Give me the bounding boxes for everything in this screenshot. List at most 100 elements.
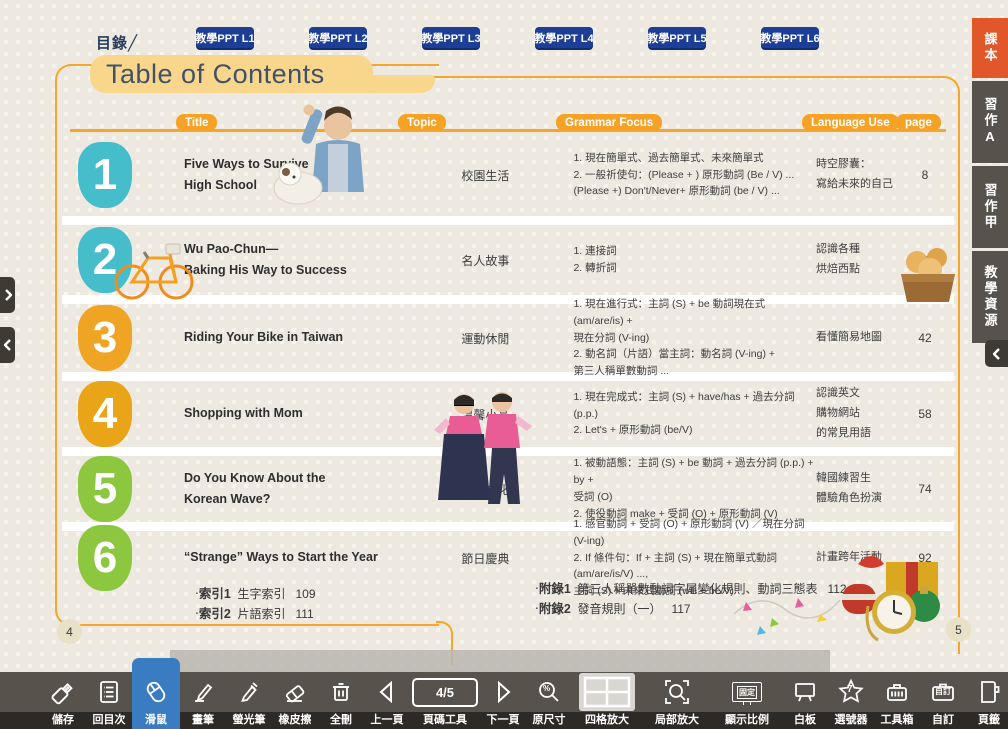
lesson-title: “Strange” Ways to Start the Year bbox=[184, 547, 386, 568]
lesson-topic: 流行文化 bbox=[461, 481, 545, 498]
toc-row-4: 4 Shopping with Mom 溫馨小品 1. 現在完成式：主詞 (S)… bbox=[70, 381, 946, 447]
trash-icon bbox=[328, 675, 354, 709]
ppt-button-l1[interactable]: 教學PPT L1 bbox=[196, 27, 254, 48]
number-picker-star-icon: 7 bbox=[837, 675, 865, 709]
next-page-button[interactable]: 下一頁 bbox=[480, 672, 526, 729]
row-separator bbox=[62, 372, 954, 381]
toc-table: 1 Five Ways to Survive High School 校園生活 … bbox=[70, 134, 946, 585]
page-tabs-button[interactable]: 頁籤 bbox=[966, 672, 1008, 729]
zoom-percent-icon: % bbox=[536, 675, 562, 709]
lesson-number-badge: 1 bbox=[78, 142, 132, 208]
display-ratio-button[interactable]: 固定 顯示比例 bbox=[712, 672, 782, 729]
row-separator bbox=[62, 522, 954, 531]
page-number-tool-button[interactable]: 4/5 頁碼工具 bbox=[410, 672, 480, 729]
custom-toolbox-button[interactable]: 自訂 自訂 bbox=[920, 672, 966, 729]
lesson-number-badge: 6 bbox=[78, 525, 132, 591]
save-button[interactable]: 儲存 bbox=[40, 672, 86, 729]
row-separator bbox=[62, 447, 954, 456]
pen-icon bbox=[190, 675, 216, 709]
lesson-topic: 運動休閒 bbox=[461, 330, 545, 347]
custom-toolbox-icon: 自訂 bbox=[930, 675, 956, 709]
lesson-page: 42 bbox=[904, 331, 946, 345]
lesson-grammar: 1. 現在完成式：主詞 (S) + have/has + 過去分詞 (p.p.)… bbox=[573, 389, 814, 439]
toc-row-2: 2 Wu Pao-Chun— Baking His Way to Success… bbox=[70, 225, 946, 295]
sidebar-tabs: 課本 習作A 習作甲 教學資源 bbox=[972, 18, 1008, 346]
tab-teaching-resources[interactable]: 教學資源 bbox=[972, 251, 1008, 343]
ppt-button-l4[interactable]: 教學PPT L4 bbox=[535, 27, 593, 48]
lesson-number-badge: 5 bbox=[78, 456, 132, 522]
pen-tool-button[interactable]: 畫筆 bbox=[180, 672, 226, 729]
lesson-number-badge: 3 bbox=[78, 305, 132, 371]
ppt-button-l2[interactable]: 教學PPT L2 bbox=[309, 27, 367, 48]
tab-workbook-a[interactable]: 習作A bbox=[972, 81, 1008, 163]
lesson-number-badge: 2 bbox=[78, 227, 132, 293]
lesson-language-use: 看懂簡易地圖 bbox=[816, 328, 902, 348]
lesson-title: Riding Your Bike in Taiwan bbox=[184, 327, 386, 348]
whiteboard-button[interactable]: 白板 bbox=[782, 672, 828, 729]
tab-workbook-jia[interactable]: 習作甲 bbox=[972, 166, 1008, 248]
index-entry-1: ‧索引1 生字索引109 bbox=[195, 583, 316, 602]
toc-row-5: 5 Do You Know About the Korean Wave? 流行文… bbox=[70, 456, 946, 522]
column-header-title: Title bbox=[176, 114, 217, 131]
lesson-title: Do You Know About the Korean Wave? bbox=[184, 468, 386, 511]
toolbox-icon bbox=[884, 675, 910, 709]
appendix-entry-1: ‧附錄1 第三人稱單數動詞字尾變化規則、動詞三態表112 bbox=[535, 578, 847, 597]
column-header-grammar-focus: Grammar Focus bbox=[556, 114, 662, 131]
lesson-page: 8 bbox=[904, 168, 946, 182]
ppt-button-row: 教學PPT L1 教學PPT L2 教學PPT L3 教學PPT L4 教學PP… bbox=[196, 27, 819, 48]
lesson-title: Wu Pao-Chun— Baking His Way to Success bbox=[184, 239, 386, 282]
toc-row-1: 1 Five Ways to Survive High School 校園生活 … bbox=[70, 134, 946, 216]
row-separator bbox=[62, 295, 954, 304]
lesson-language-use: 計畫跨年活動 bbox=[816, 548, 902, 568]
lesson-title: Shopping with Mom bbox=[184, 403, 386, 424]
page-title-text: Table of Contents bbox=[90, 59, 325, 90]
delete-all-button[interactable]: 全刪 bbox=[318, 672, 364, 729]
lesson-language-use: 認識各種 烘焙西點 bbox=[816, 240, 902, 280]
eraser-icon bbox=[282, 675, 308, 709]
ppt-button-l6[interactable]: 教學PPT L6 bbox=[761, 27, 819, 48]
lesson-topic: 節日慶典 bbox=[461, 550, 545, 567]
highlighter-icon bbox=[236, 675, 262, 709]
left-edge-expand-button[interactable] bbox=[0, 277, 15, 313]
lesson-number-badge: 4 bbox=[78, 381, 132, 447]
eraser-tool-button[interactable]: 橡皮擦 bbox=[272, 672, 318, 729]
lesson-grammar: 1. 被動語態：主詞 (S) + be 動詞 + 過去分詞 (p.p.) + b… bbox=[573, 455, 814, 522]
next-triangle-icon bbox=[490, 675, 516, 709]
mouse-tool-button[interactable]: 滑鼠 bbox=[132, 658, 180, 729]
lesson-language-use: 時空膠囊： 寫給未來的自己 bbox=[816, 155, 902, 195]
bottom-toolbar: 儲存 回目次 滑鼠 bbox=[0, 672, 1008, 729]
lesson-page: 92 bbox=[904, 551, 946, 565]
toc-row-6: 6 “Strange” Ways to Start the Year 節日慶典 … bbox=[70, 531, 946, 585]
tab-textbook[interactable]: 課本 bbox=[972, 18, 1008, 78]
row-separator bbox=[62, 216, 954, 225]
four-pane-zoom-button[interactable]: 四格放大 bbox=[572, 672, 642, 729]
left-edge-collapse-button[interactable] bbox=[0, 327, 15, 363]
lesson-topic: 校園生活 bbox=[461, 167, 545, 184]
toolbox-button[interactable]: 工具箱 bbox=[874, 672, 920, 729]
prev-triangle-icon bbox=[374, 675, 400, 709]
page-indicator[interactable]: 4/5 bbox=[412, 678, 478, 707]
column-header-topic: Topic bbox=[398, 114, 446, 131]
toc-row-3: 3 Riding Your Bike in Taiwan 運動休閒 1. 現在進… bbox=[70, 304, 946, 372]
lesson-page: 74 bbox=[904, 482, 946, 496]
appendix-entry-2: ‧附錄2 發音規則（一）117 bbox=[535, 598, 691, 617]
previous-page-button[interactable]: 上一頁 bbox=[364, 672, 410, 729]
index-entry-2: ‧索引2 片語索引111 bbox=[195, 603, 314, 622]
book-page-number-right: 5 bbox=[946, 617, 971, 642]
lesson-title: Five Ways to Survive High School bbox=[184, 154, 386, 197]
ppt-button-l5[interactable]: 教學PPT L5 bbox=[648, 27, 706, 48]
highlighter-tool-button[interactable]: 螢光筆 bbox=[226, 672, 272, 729]
ppt-button-l3[interactable]: 教學PPT L3 bbox=[422, 27, 480, 48]
lesson-grammar: 1. 連接詞 2. 轉折詞 bbox=[573, 243, 814, 277]
original-size-button[interactable]: % 原尺寸 bbox=[526, 672, 572, 729]
section-label: 目錄╱ bbox=[96, 32, 138, 53]
four-pane-icon bbox=[579, 675, 635, 709]
lesson-topic: 名人故事 bbox=[461, 252, 545, 269]
back-to-contents-button[interactable]: 回目次 bbox=[86, 672, 132, 729]
lesson-topic: 溫馨小品 bbox=[461, 406, 545, 423]
region-zoom-button[interactable]: 局部放大 bbox=[642, 672, 712, 729]
display-ratio-icon: 固定 bbox=[732, 675, 762, 709]
sidebar-collapse-button[interactable] bbox=[985, 340, 1008, 367]
page-title: Table of Contents bbox=[90, 55, 373, 93]
number-picker-button[interactable]: 7 選號器 bbox=[828, 672, 874, 729]
